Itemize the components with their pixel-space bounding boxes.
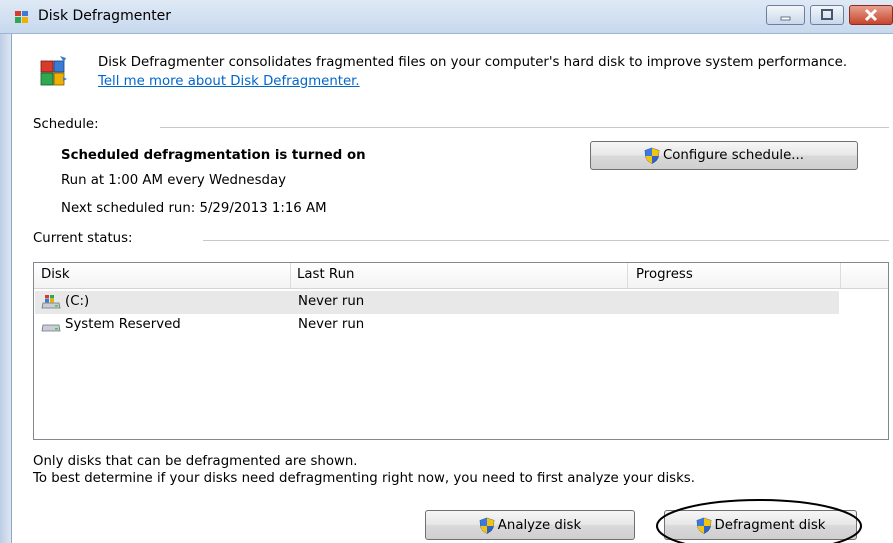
close-button[interactable] (849, 5, 893, 25)
column-divider (627, 263, 628, 288)
uac-shield-icon (696, 517, 711, 534)
system-drive-icon (41, 295, 61, 309)
analyze-disk-button[interactable]: Analyze disk (425, 510, 635, 540)
schedule-divider (160, 127, 889, 128)
defragmenter-app-icon (40, 56, 67, 86)
uac-shield-icon (644, 147, 660, 164)
description-text: Disk Defragmenter consolidates fragmente… (98, 55, 848, 70)
title-bar: Disk Defragmenter (0, 0, 893, 34)
close-icon (864, 8, 878, 22)
defragmenter-icon (15, 11, 28, 23)
help-link[interactable]: Tell me more about Disk Defragmenter. (98, 74, 360, 89)
defragment-disk-button[interactable]: Defragment disk (664, 510, 857, 540)
disk-row-c[interactable]: (C:) Never run (35, 291, 839, 314)
header-description: Disk Defragmenter consolidates fragmente… (98, 53, 858, 91)
disk-name: (C:) (65, 294, 90, 309)
column-header-last-run[interactable]: Last Run (297, 267, 354, 282)
schedule-label: Schedule: (33, 117, 99, 132)
window-frame-left (0, 34, 12, 543)
uac-shield-icon (479, 517, 495, 534)
column-header-progress[interactable]: Progress (636, 267, 693, 282)
column-divider (290, 263, 291, 288)
current-status-label: Current status: (33, 231, 133, 246)
schedule-status: Scheduled defragmentation is turned on (61, 148, 366, 163)
minimize-icon (780, 16, 791, 21)
window-title: Disk Defragmenter (38, 8, 172, 24)
status-divider (203, 240, 889, 241)
disk-last-run: Never run (298, 294, 365, 309)
disk-name: System Reserved (65, 317, 181, 332)
list-header: Disk Last Run Progress (34, 263, 888, 289)
configure-schedule-button[interactable]: Configure schedule... (590, 141, 858, 170)
defragment-disk-label: Defragment disk (714, 517, 826, 533)
minimize-button[interactable] (766, 5, 805, 25)
disk-row-system-reserved[interactable]: System Reserved Never run (35, 314, 839, 337)
configure-schedule-label: Configure schedule... (663, 148, 804, 163)
note-line-2: To best determine if your disks need def… (33, 471, 695, 486)
note-line-1: Only disks that can be defragmented are … (33, 454, 358, 469)
column-header-disk[interactable]: Disk (41, 267, 70, 282)
disk-last-run: Never run (298, 317, 365, 332)
schedule-run-at: Run at 1:00 AM every Wednesday (61, 173, 286, 188)
disk-list[interactable]: Disk Last Run Progress (C:) Never run Sy… (33, 262, 889, 440)
maximize-icon (821, 9, 833, 20)
drive-icon (41, 324, 61, 332)
maximize-button[interactable] (810, 5, 844, 25)
schedule-next-run: Next scheduled run: 5/29/2013 1:16 AM (61, 201, 327, 216)
analyze-disk-label: Analyze disk (497, 517, 582, 533)
column-divider (840, 263, 841, 288)
